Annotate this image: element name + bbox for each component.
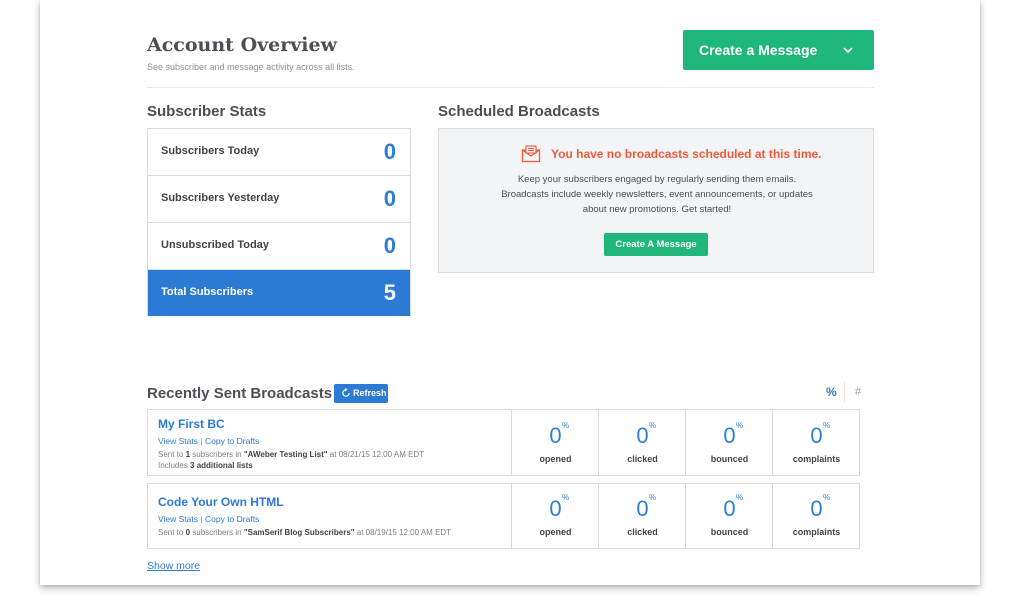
show-more-link[interactable]: Show more: [147, 560, 200, 572]
includes-prefix: Includes: [158, 461, 191, 470]
stat-label: Total Subscribers: [161, 286, 254, 298]
sent-date: at 08/21/15 12:00 AM EDT: [327, 450, 425, 459]
metric-value: 0: [636, 423, 649, 448]
refresh-label: Refresh: [353, 388, 387, 398]
link-separator: |: [200, 436, 203, 446]
create-message-button[interactable]: Create a Message: [683, 30, 874, 70]
copy-to-drafts-link[interactable]: Copy to Drafts: [205, 514, 259, 524]
header-divider: [147, 87, 874, 88]
sent-prefix: Sent to: [158, 450, 186, 459]
scheduled-broadcasts-title: Scheduled Broadcasts: [438, 103, 600, 120]
page-title: Account Overview: [147, 34, 337, 56]
sent-mid: subscribers in: [190, 528, 244, 537]
scheduled-help-text: Keep your subscribers engaged by regular…: [501, 174, 813, 215]
metric-complaints: 0 % complaints: [772, 483, 860, 549]
metric-value: 0: [549, 496, 562, 521]
metric-value: 0: [549, 423, 562, 448]
list-name: "AWeber Testing List": [243, 450, 328, 459]
metric-bounced: 0 % bounced: [685, 483, 773, 549]
metric-unit: %: [562, 493, 570, 502]
broadcast-includes-info: Includes 3 additional lists: [158, 461, 253, 470]
metric-label: clicked: [627, 527, 658, 537]
list-name: "SamSerif Blog Subscribers": [243, 528, 355, 537]
sent-prefix: Sent to: [158, 528, 186, 537]
copy-to-drafts-link[interactable]: Copy to Drafts: [205, 436, 259, 446]
metric-complaints: 0 % complaints: [772, 409, 860, 476]
scheduled-broadcasts-panel: You have no broadcasts scheduled at this…: [438, 128, 874, 273]
metric-unit: %: [562, 421, 570, 430]
stat-label: Subscribers Yesterday: [161, 192, 280, 204]
metric-value: 0: [723, 423, 736, 448]
envelope-icon: [521, 145, 541, 163]
broadcast-sent-info: Sent to 1 subscribers in "AWeber Testing…: [158, 450, 424, 459]
metric-unit: %: [823, 493, 831, 502]
metric-label: bounced: [710, 454, 749, 464]
broadcast-actions: View Stats | Copy to Drafts: [158, 436, 259, 446]
metric-unit: %: [736, 493, 744, 502]
stat-value: 5: [383, 280, 396, 305]
broadcast-actions: View Stats | Copy to Drafts: [158, 514, 259, 524]
broadcast-row: Code Your Own HTML View Stats | Copy to …: [147, 483, 860, 549]
chevron-down-icon[interactable]: [842, 44, 854, 56]
metric-value: 0: [810, 423, 823, 448]
subscriber-stats-title: Subscriber Stats: [147, 103, 267, 120]
link-separator: |: [200, 514, 203, 524]
create-message-label: Create a Message: [699, 42, 818, 58]
stat-value: 0: [383, 139, 396, 164]
metric-clicked: 0 % clicked: [598, 409, 686, 476]
metric-label: complaints: [792, 527, 841, 537]
stat-row-subscribers-yesterday[interactable]: Subscribers Yesterday 0: [148, 176, 410, 223]
stat-value: 0: [383, 186, 396, 211]
metric-unit: %: [736, 421, 744, 430]
account-overview-card: Account Overview See subscriber and mess…: [40, 0, 980, 585]
broadcast-name-link[interactable]: Code Your Own HTML: [158, 495, 284, 509]
metric-unit: %: [823, 421, 831, 430]
metric-label: opened: [539, 454, 572, 464]
recent-broadcasts-title: Recently Sent Broadcasts: [147, 385, 333, 402]
metric-label: bounced: [710, 527, 749, 537]
broadcast-row: My First BC View Stats | Copy to Drafts …: [147, 409, 860, 476]
stat-row-subscribers-today[interactable]: Subscribers Today 0: [148, 129, 410, 176]
metric-unit: %: [649, 493, 657, 502]
metric-value: 0: [723, 496, 736, 521]
view-stats-link[interactable]: View Stats: [158, 436, 198, 446]
metric-opened: 0 % opened: [511, 483, 599, 549]
stat-label: Unsubscribed Today: [161, 239, 269, 251]
toggle-percent[interactable]: %: [826, 385, 837, 399]
stat-label: Subscribers Today: [161, 145, 260, 157]
subscriber-stats-panel: Subscribers Today 0 Subscribers Yesterda…: [147, 128, 411, 316]
metric-bounced: 0 % bounced: [685, 409, 773, 476]
metric-label: complaints: [792, 454, 841, 464]
metric-value: 0: [810, 496, 823, 521]
metric-value: 0: [636, 496, 649, 521]
sent-mid: subscribers in: [190, 450, 244, 459]
metric-unit: %: [649, 421, 657, 430]
toggle-count[interactable]: #: [855, 386, 861, 398]
metric-label: opened: [539, 527, 572, 537]
includes-count: 3 additional lists: [190, 461, 253, 470]
broadcast-sent-info: Sent to 0 subscribers in "SamSerif Blog …: [158, 528, 451, 537]
refresh-icon: [342, 388, 350, 397]
stat-row-unsubscribed-today[interactable]: Unsubscribed Today 0: [148, 223, 410, 270]
page-subtitle: See subscriber and message activity acro…: [147, 62, 355, 72]
metric-clicked: 0 % clicked: [598, 483, 686, 549]
refresh-button[interactable]: Refresh: [334, 384, 388, 403]
stat-row-total-subscribers[interactable]: Total Subscribers 5: [148, 270, 410, 316]
create-a-message-button[interactable]: Create A Message: [604, 233, 708, 256]
metric-opened: 0 % opened: [511, 409, 599, 476]
no-broadcasts-warning: You have no broadcasts scheduled at this…: [551, 147, 822, 161]
toggle-divider: [844, 382, 845, 402]
stat-value: 0: [383, 233, 396, 258]
view-stats-link[interactable]: View Stats: [158, 514, 198, 524]
broadcast-name-link[interactable]: My First BC: [158, 417, 225, 431]
metric-label: clicked: [627, 454, 658, 464]
sent-date: at 08/19/15 12:00 AM EDT: [354, 528, 452, 537]
